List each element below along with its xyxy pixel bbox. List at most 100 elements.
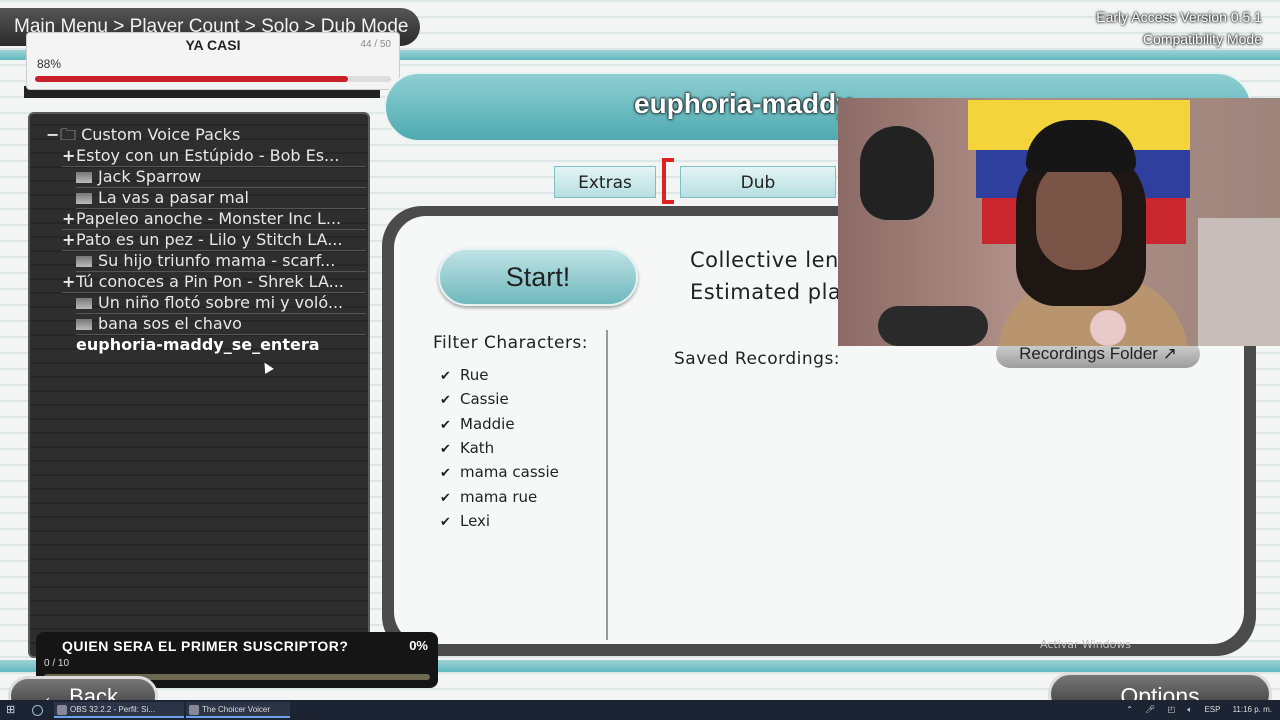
- filter-character-checkbox[interactable]: ✔ Cassie: [440, 389, 509, 409]
- system-tray: ⌃ 🎤︎ ◰ 🔈︎ ESP 11:16 p. m.: [1116, 700, 1272, 720]
- obs-icon: [57, 705, 67, 715]
- checkmark-icon: ✔: [440, 393, 451, 409]
- voice-pack-thumbnail-icon: [76, 298, 92, 309]
- tree-item[interactable]: La vas a pasar mal: [76, 187, 366, 209]
- estimated-play-label: Estimated pla: [690, 280, 842, 304]
- tree-item[interactable]: +Papeleo anoche - Monster Inc L...: [62, 208, 366, 230]
- tray-chevron-icon[interactable]: ⌃: [1126, 705, 1133, 714]
- webcam-microphone: [1090, 310, 1126, 346]
- saved-recordings-label: Saved Recordings:: [674, 349, 841, 369]
- language-indicator[interactable]: ESP: [1204, 705, 1220, 714]
- collective-length-label: Collective len: [690, 248, 839, 272]
- mouse-cursor-icon: [260, 360, 274, 374]
- checkmark-icon: ✔: [440, 441, 451, 457]
- volume-icon[interactable]: 🔈︎: [1187, 705, 1192, 714]
- filter-character-label: Maddie: [460, 414, 515, 433]
- checkmark-icon: ✔: [440, 466, 451, 482]
- tree-item-label: Tú conoces a Pin Pon - Shrek LA...: [76, 272, 344, 291]
- collapse-icon[interactable]: −: [46, 124, 60, 145]
- goal-progress-fill: [35, 76, 349, 82]
- webcam-person-face: [1036, 160, 1122, 270]
- filter-character-label: Cassie: [460, 390, 509, 409]
- tree-item[interactable]: Jack Sparrow: [76, 166, 366, 188]
- tree-item[interactable]: Su hijo triunfo mama - scarf...: [76, 250, 366, 272]
- checkmark-icon: ✔: [440, 369, 451, 384]
- filter-character-label: Lexi: [460, 511, 491, 530]
- filter-character-checkbox[interactable]: ✔ Lexi: [440, 511, 490, 531]
- filter-characters-title: Filter Characters:: [433, 333, 589, 353]
- tree-item[interactable]: +Pato es un pez - Lilo y Stitch LA...: [62, 229, 366, 251]
- taskbar-app-obs-label: OBS 32.2.2 - Perfil: Si...: [70, 705, 155, 714]
- folder-icon: 🗀: [60, 125, 82, 144]
- voice-pack-thumbnail-icon: [76, 193, 92, 204]
- app-window-icon: [189, 705, 199, 715]
- expand-icon[interactable]: +: [62, 145, 76, 166]
- goal-percent: 88%: [37, 57, 62, 71]
- expand-icon[interactable]: +: [62, 229, 76, 250]
- compatibility-mode-label: Compatibility Mode: [1142, 31, 1262, 47]
- webcam-hat: [860, 126, 934, 220]
- search-icon[interactable]: [32, 705, 43, 716]
- filter-character-checkbox[interactable]: ✔ mama rue: [440, 487, 537, 507]
- checkmark-icon: ✔: [440, 490, 451, 506]
- taskbar-app-choicer-voicer[interactable]: The Choicer Voicer: [186, 702, 290, 718]
- voice-pack-thumbnail-icon: [76, 172, 92, 183]
- clock[interactable]: 11:16 p. m.: [1233, 705, 1272, 714]
- taskbar-app-obs[interactable]: OBS 32.2.2 - Perfil: Si...: [54, 702, 184, 718]
- tree-item-label: Pato es un pez - Lilo y Stitch LA...: [76, 230, 343, 249]
- tab-extras[interactable]: Extras: [554, 166, 656, 198]
- tree-item-label: Jack Sparrow: [98, 167, 202, 186]
- filter-character-checkbox[interactable]: ✔ Kath: [440, 438, 494, 458]
- goal-overlay-top: YA CASI 44 / 50 88%: [26, 32, 400, 90]
- goal-count: 44 / 50: [360, 39, 391, 50]
- windows-taskbar: ⊞ OBS 32.2.2 - Perfil: Si... The Choicer…: [0, 700, 1280, 720]
- filter-character-label: Kath: [460, 438, 495, 457]
- filter-character-label: mama rue: [460, 487, 538, 506]
- filter-character-label: Rue: [460, 366, 489, 384]
- tree-item[interactable]: +Estoy con un Estúpido - Bob Es...: [62, 145, 366, 167]
- tree-item[interactable]: bana sos el chavo: [76, 313, 366, 335]
- filter-character-label: mama cassie: [460, 463, 559, 482]
- goal2-title: QUIEN SERA EL PRIMER SUSCRIPTOR?: [62, 638, 349, 654]
- filter-character-checkbox[interactable]: ✔ Rue: [440, 365, 488, 385]
- tree-item-selected[interactable]: euphoria-maddy_se_entera: [76, 334, 366, 355]
- windows-start-icon[interactable]: ⊞: [6, 704, 18, 716]
- tree-item-label: Su hijo triunfo mama - scarf...: [98, 251, 336, 270]
- expand-icon[interactable]: +: [62, 208, 76, 229]
- webcam-motorcycle: [878, 306, 988, 346]
- expand-icon[interactable]: +: [62, 271, 76, 292]
- tree-root-custom-voice-packs[interactable]: −🗀 Custom Voice Packs: [46, 124, 366, 145]
- goal-progress-track: [35, 76, 391, 82]
- filter-divider: [606, 330, 608, 640]
- checkmark-icon: ✔: [440, 417, 451, 433]
- checkmark-icon: ✔: [440, 514, 451, 530]
- tree-item[interactable]: +Tú conoces a Pin Pon - Shrek LA...: [62, 271, 366, 293]
- webcam-window-light: [1198, 218, 1280, 346]
- windows-activation-watermark: Activar Windows: [1040, 638, 1132, 651]
- tree-item-label: Papeleo anoche - Monster Inc L...: [76, 209, 342, 228]
- taskbar-app-choicer-voicer-label: The Choicer Voicer: [202, 705, 271, 714]
- version-label: Early Access Version 0.5.1: [1096, 9, 1262, 25]
- voice-pack-thumbnail-icon: [76, 256, 92, 267]
- tree-item[interactable]: Un niño flotó sobre mi y voló...: [76, 292, 366, 314]
- webcam-overlay: [838, 98, 1280, 346]
- goal2-percent: 0%: [409, 638, 428, 653]
- selection-bracket-left: [662, 158, 674, 204]
- voice-pack-tree: −🗀 Custom Voice Packs +Estoy con un Estú…: [28, 112, 370, 658]
- network-icon[interactable]: ◰: [1168, 705, 1176, 714]
- tree-item-label: Estoy con un Estúpido - Bob Es...: [76, 146, 340, 165]
- pack-title: euphoria-maddy: [634, 88, 852, 119]
- tree-root-label: Custom Voice Packs: [81, 125, 241, 144]
- tree-item-label: La vas a pasar mal: [98, 188, 249, 207]
- goal2-count: 0 / 10: [44, 658, 70, 669]
- filter-character-checkbox[interactable]: ✔ mama cassie: [440, 462, 559, 482]
- version-info: Early Access Version 0.5.1 Compatibility…: [1096, 6, 1262, 50]
- voice-pack-thumbnail-icon: [76, 319, 92, 330]
- tree-item-label: Un niño flotó sobre mi y voló...: [98, 293, 344, 312]
- goal-title: YA CASI: [185, 37, 241, 53]
- start-button[interactable]: Start!: [438, 248, 638, 306]
- microphone-icon[interactable]: 🎤︎: [1145, 705, 1155, 714]
- tab-dub[interactable]: Dub: [680, 166, 836, 198]
- filter-character-checkbox[interactable]: ✔ Maddie: [440, 414, 515, 434]
- tree-item-label: bana sos el chavo: [98, 314, 242, 333]
